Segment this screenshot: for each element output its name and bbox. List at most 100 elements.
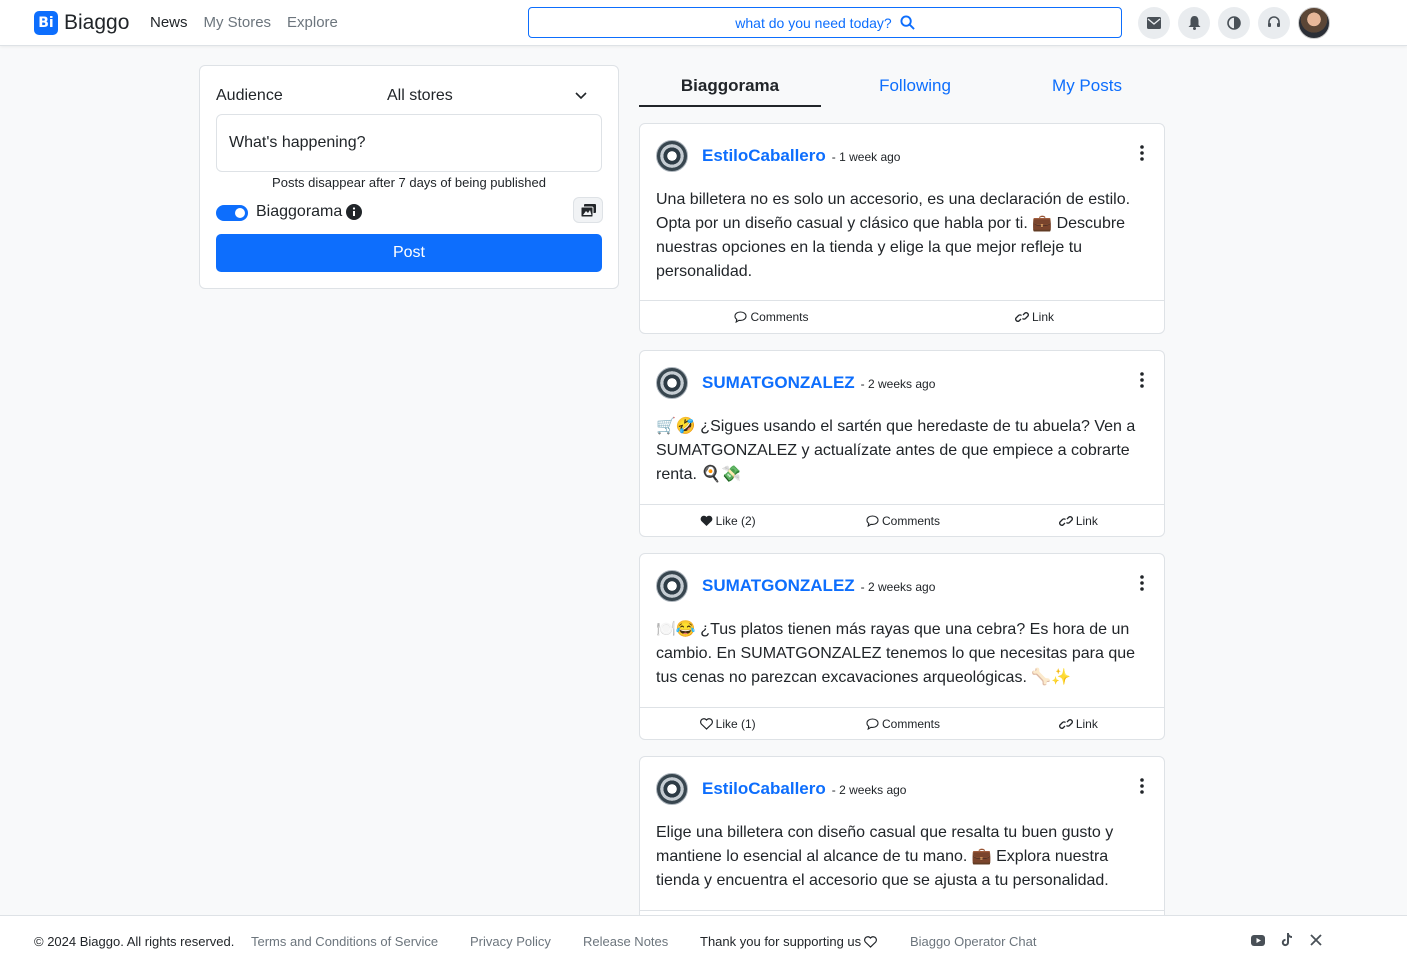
search-placeholder: what do you need today? — [735, 14, 892, 31]
link-label: Link — [1075, 514, 1098, 528]
post-author[interactable]: SUMATGONZALEZ - 2 weeks ago — [702, 373, 935, 393]
post-body: Elige una billetera con diseño casual qu… — [656, 824, 1114, 889]
thanks-text: Thank you for supporting us — [700, 934, 862, 949]
like-label: Like (1) — [715, 717, 756, 731]
kebab-menu-icon[interactable] — [1140, 372, 1144, 388]
info-icon[interactable] — [346, 204, 363, 220]
post-composer: Audience All stores What's happening? Po… — [199, 65, 619, 289]
theme-toggle-button[interactable] — [1218, 7, 1250, 39]
post-body: 🍽️😂 ¿Tus platos tienen más rayas que una… — [656, 621, 1136, 686]
post-author[interactable]: SUMATGONZALEZ - 2 weeks ago — [702, 576, 935, 596]
compose-textarea[interactable]: What's happening? — [216, 114, 602, 172]
search-icon — [900, 15, 915, 30]
post-author-name[interactable]: EstiloCaballero — [702, 146, 826, 165]
contrast-icon — [1227, 16, 1241, 30]
x-twitter-icon[interactable] — [1310, 934, 1322, 946]
audience-label: Audience — [216, 87, 283, 104]
comment-icon — [734, 311, 748, 323]
comments-label: Comments — [750, 310, 809, 324]
post-card: EstiloCaballero - 2 weeks ago Elige una b… — [639, 756, 1165, 926]
headset-icon — [1268, 16, 1280, 27]
nav-news[interactable]: News — [150, 14, 188, 31]
post-time: - 2 weeks ago — [860, 580, 936, 594]
post-time: - 2 weeks ago — [831, 783, 907, 797]
youtube-icon[interactable] — [1251, 935, 1265, 946]
link-label: Link — [1031, 310, 1054, 324]
tab-my-posts[interactable]: My Posts — [1004, 76, 1170, 107]
brand-name: Biaggo — [64, 11, 130, 34]
link-button[interactable]: Link — [991, 708, 1164, 739]
comment-icon — [866, 515, 879, 527]
kebab-menu-icon[interactable] — [1140, 145, 1144, 161]
biaggorama-label-text: Biaggorama — [256, 203, 343, 220]
biaggorama-toggle[interactable] — [216, 205, 248, 221]
post-author-name[interactable]: EstiloCaballero — [702, 779, 826, 798]
main-nav: News My Stores Explore — [150, 14, 338, 31]
post-author-name[interactable]: SUMATGONZALEZ — [702, 373, 855, 392]
audience-select[interactable]: All stores — [387, 87, 453, 105]
like-button[interactable]: Like (2) — [640, 505, 815, 536]
post-author[interactable]: EstiloCaballero - 1 week ago — [702, 146, 900, 166]
chevron-down-icon[interactable] — [574, 88, 588, 102]
post-card: SUMATGONZALEZ - 2 weeks ago 🛒🤣 ¿Sigues us… — [639, 350, 1165, 537]
user-avatar[interactable] — [1298, 7, 1330, 39]
tab-following[interactable]: Following — [824, 76, 1006, 107]
post-author[interactable]: EstiloCaballero - 2 weeks ago — [702, 779, 906, 799]
comments-button[interactable]: Comments — [640, 301, 903, 333]
support-button[interactable] — [1258, 7, 1290, 39]
post-author-avatar[interactable] — [656, 570, 688, 602]
bell-icon — [1188, 16, 1200, 30]
thanks-note: Thank you for supporting us — [700, 934, 878, 949]
add-image-button[interactable] — [573, 197, 603, 223]
like-button[interactable]: Like (1) — [640, 708, 815, 739]
comments-button[interactable]: Comments — [815, 505, 990, 536]
footer: © 2024 Biaggo. All rights reserved. Term… — [0, 915, 1407, 964]
post-body: 🛒🤣 ¿Sigues usando el sartén que heredast… — [656, 418, 1136, 483]
envelope-icon — [1147, 17, 1161, 29]
kebab-menu-icon[interactable] — [1140, 575, 1144, 591]
link-button[interactable]: Link — [903, 301, 1164, 333]
biaggorama-label: Biaggorama — [256, 203, 363, 221]
comments-label: Comments — [881, 717, 940, 731]
nav-explore[interactable]: Explore — [287, 14, 338, 31]
comments-label: Comments — [881, 514, 940, 528]
link-button[interactable]: Link — [991, 505, 1164, 536]
notifications-button[interactable] — [1178, 7, 1210, 39]
brand-logo: Bi — [34, 11, 58, 35]
comments-button[interactable]: Comments — [815, 708, 990, 739]
images-icon — [580, 203, 596, 217]
post-author-name[interactable]: SUMATGONZALEZ — [702, 576, 855, 595]
post-actions: Like (2) Comments Link — [640, 504, 1164, 536]
heart-outline-icon — [864, 935, 878, 948]
heart-outline-icon — [699, 718, 713, 730]
messages-button[interactable] — [1138, 7, 1170, 39]
post-time: - 1 week ago — [831, 150, 901, 164]
disappear-note: Posts disappear after 7 days of being pu… — [272, 175, 546, 190]
comment-icon — [866, 718, 879, 730]
tab-biaggorama[interactable]: Biaggorama — [639, 76, 821, 107]
privacy-link[interactable]: Privacy Policy — [470, 934, 551, 949]
top-navbar: Bi Biaggo News My Stores Explore what do… — [0, 0, 1407, 46]
post-actions: Like (1) Comments Link — [640, 707, 1164, 739]
operator-chat-link[interactable]: Biaggo Operator Chat — [910, 934, 1036, 949]
link-icon — [1015, 312, 1029, 322]
kebab-menu-icon[interactable] — [1140, 778, 1144, 794]
post-button[interactable]: Post — [216, 234, 602, 272]
post-time: - 2 weeks ago — [860, 377, 936, 391]
terms-link[interactable]: Terms and Conditions of Service — [251, 934, 438, 949]
post-author-avatar[interactable] — [656, 140, 688, 172]
post-author-avatar[interactable] — [656, 773, 688, 805]
post-card: SUMATGONZALEZ - 2 weeks ago 🍽️😂 ¿Tus plat… — [639, 553, 1165, 740]
like-label: Like (2) — [715, 514, 756, 528]
nav-my-stores[interactable]: My Stores — [204, 14, 272, 31]
release-notes-link[interactable]: Release Notes — [583, 934, 668, 949]
link-icon — [1058, 719, 1073, 729]
link-icon — [1058, 516, 1073, 526]
tiktok-icon[interactable] — [1281, 933, 1293, 947]
brand[interactable]: Bi Biaggo — [34, 11, 129, 35]
copyright: © 2024 Biaggo. All rights reserved. — [34, 934, 235, 949]
search-input[interactable]: what do you need today? — [528, 7, 1122, 38]
post-author-avatar[interactable] — [656, 367, 688, 399]
post-actions: Comments Link — [640, 300, 1164, 333]
heart-filled-icon — [700, 515, 713, 526]
